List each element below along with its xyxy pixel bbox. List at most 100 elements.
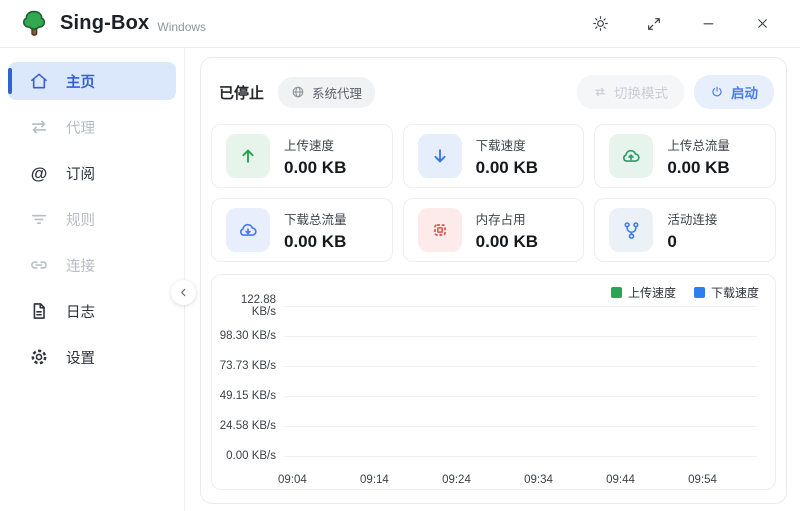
y-axis-tick: 122.88 KB/s xyxy=(218,294,284,318)
sidebar-item-label: 连接 xyxy=(66,255,95,276)
grid-row: 0.00 KB/s xyxy=(218,441,765,471)
document-icon xyxy=(28,300,50,322)
close-icon[interactable] xyxy=(752,14,772,34)
stat-card-total-download: 下载总流量 0.00 KB xyxy=(211,198,393,262)
sidebar-item-proxy[interactable]: 代理 xyxy=(8,108,176,146)
x-axis-tick: 09:54 xyxy=(688,474,717,486)
legend-label: 下载速度 xyxy=(711,284,759,301)
x-axis-tick: 09:14 xyxy=(360,474,389,486)
globe-icon xyxy=(291,85,305,99)
stat-card-active-connections: 活动连接 0 xyxy=(594,198,776,262)
x-axis: 09:04 09:14 09:24 09:34 09:44 09:54 xyxy=(218,471,765,486)
sidebar-item-logs[interactable]: 日志 xyxy=(8,292,176,330)
stat-label: 上传总流量 xyxy=(667,135,730,154)
x-axis-tick: 09:24 xyxy=(442,474,471,486)
main-panel: 已停止 系统代理 切换模式 xyxy=(200,57,787,504)
gridline xyxy=(284,306,757,307)
stat-value: 0.00 KB xyxy=(476,158,538,178)
gridline xyxy=(284,336,757,337)
proxy-mode-label: 系统代理 xyxy=(312,83,362,102)
stat-card-upload-speed: 上传速度 0.00 KB xyxy=(211,124,393,188)
sidebar-item-label: 设置 xyxy=(66,347,95,368)
proxy-mode-badge[interactable]: 系统代理 xyxy=(278,77,375,108)
stat-label: 下载速度 xyxy=(476,135,538,154)
gridline xyxy=(284,366,757,367)
swap-icon xyxy=(593,85,607,99)
cloud-download-icon xyxy=(226,208,270,252)
grid-row: 98.30 KB/s xyxy=(218,321,765,351)
fullscreen-icon[interactable] xyxy=(644,14,664,34)
stat-card-total-upload: 上传总流量 0.00 KB xyxy=(594,124,776,188)
sidebar-item-home[interactable]: 主页 xyxy=(8,62,176,100)
legend-label: 上传速度 xyxy=(628,284,676,301)
grid-row: 73.73 KB/s xyxy=(218,351,765,381)
sidebar: 主页 代理 @ 订阅 规则 连接 xyxy=(0,48,185,511)
stat-card-memory: 内存占用 0.00 KB xyxy=(403,198,585,262)
sidebar-item-subscription[interactable]: @ 订阅 xyxy=(8,154,176,192)
cloud-upload-icon xyxy=(609,134,653,178)
sidebar-item-connections[interactable]: 连接 xyxy=(8,246,176,284)
stat-value: 0.00 KB xyxy=(284,232,347,252)
legend-swatch-upload xyxy=(611,287,622,298)
sidebar-item-label: 订阅 xyxy=(66,163,95,184)
stat-text: 下载速度 0.00 KB xyxy=(476,135,538,178)
arrow-up-icon xyxy=(226,134,270,178)
gridline xyxy=(284,456,757,457)
y-axis-tick: 0.00 KB/s xyxy=(218,450,284,462)
gridline xyxy=(284,396,757,397)
stat-label: 内存占用 xyxy=(476,209,538,228)
gear-icon xyxy=(28,346,50,368)
gridline xyxy=(284,426,757,427)
x-axis-tick: 09:04 xyxy=(278,474,307,486)
memory-chip-icon xyxy=(418,208,462,252)
app-title: Sing-Box xyxy=(60,12,149,35)
stat-value: 0.00 KB xyxy=(284,158,346,178)
sidebar-item-settings[interactable]: 设置 xyxy=(8,338,176,376)
stat-card-download-speed: 下载速度 0.00 KB xyxy=(403,124,585,188)
sidebar-item-rules[interactable]: 规则 xyxy=(8,200,176,238)
chart-legend: 上传速度 下载速度 xyxy=(611,284,759,301)
filter-lines-icon xyxy=(28,208,50,230)
legend-item-upload: 上传速度 xyxy=(611,284,676,301)
minimize-icon[interactable] xyxy=(698,14,718,34)
header-actions: 切换模式 启动 xyxy=(577,75,774,109)
stat-text: 下载总流量 0.00 KB xyxy=(284,209,347,252)
window-controls xyxy=(590,14,800,34)
app-logo-tree-icon xyxy=(20,8,50,40)
stat-text: 上传总流量 0.00 KB xyxy=(667,135,730,178)
stat-value: 0.00 KB xyxy=(667,158,730,178)
stat-text: 上传速度 0.00 KB xyxy=(284,135,346,178)
y-axis-tick: 98.30 KB/s xyxy=(218,330,284,342)
link-icon xyxy=(28,254,50,276)
network-branch-icon xyxy=(609,208,653,252)
titlebar: Sing-Box Windows xyxy=(0,0,800,48)
arrow-down-icon xyxy=(418,134,462,178)
legend-swatch-download xyxy=(694,287,705,298)
sidebar-item-label: 代理 xyxy=(66,117,95,138)
y-axis-tick: 73.73 KB/s xyxy=(218,360,284,372)
legend-item-download: 下载速度 xyxy=(694,284,759,301)
stat-label: 上传速度 xyxy=(284,135,346,154)
grid-row: 49.15 KB/s xyxy=(218,381,765,411)
home-icon xyxy=(28,70,50,92)
sidebar-collapse-button[interactable] xyxy=(171,280,196,305)
stat-text: 活动连接 0 xyxy=(667,209,717,252)
grid-row: 24.58 KB/s xyxy=(218,411,765,441)
theme-toggle-sun-icon[interactable] xyxy=(590,14,610,34)
chart-plot-area: 122.88 KB/s 98.30 KB/s 73.73 KB/s 49.15 … xyxy=(218,291,765,471)
core-status-text: 已停止 xyxy=(219,82,264,103)
switch-mode-label: 切换模式 xyxy=(614,82,668,102)
stat-label: 活动连接 xyxy=(667,209,717,228)
y-axis-tick: 49.15 KB/s xyxy=(218,390,284,402)
sidebar-item-label: 规则 xyxy=(66,209,95,230)
start-button[interactable]: 启动 xyxy=(694,75,774,109)
status-header: 已停止 系统代理 切换模式 xyxy=(201,58,786,118)
chevron-left-icon xyxy=(178,287,189,298)
power-icon xyxy=(710,85,724,99)
stat-label: 下载总流量 xyxy=(284,209,347,228)
proxy-swap-icon xyxy=(28,116,50,138)
switch-mode-button[interactable]: 切换模式 xyxy=(577,75,684,109)
stats-grid: 上传速度 0.00 KB 下载速度 0.00 KB 上传总流量 0 xyxy=(201,118,786,262)
x-axis-tick: 09:34 xyxy=(524,474,553,486)
active-indicator xyxy=(8,68,12,94)
